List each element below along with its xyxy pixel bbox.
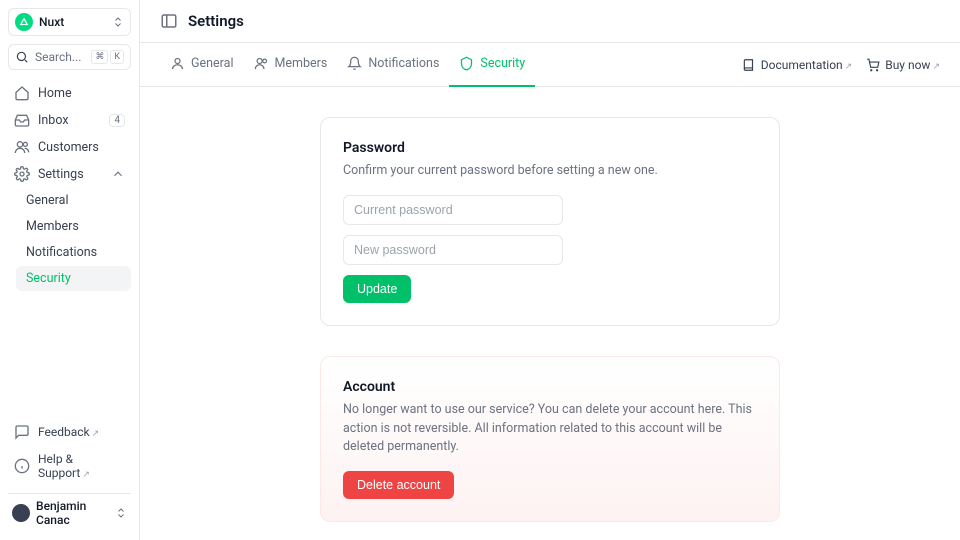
chevron-up-icon	[111, 167, 125, 181]
tab-general[interactable]: General	[160, 43, 244, 87]
user-switcher[interactable]: Benjamin Canac	[8, 493, 131, 532]
primary-nav: Home Inbox 4 Customers Settings General …	[8, 80, 131, 291]
current-password-input[interactable]	[343, 195, 563, 225]
gear-icon	[14, 166, 30, 182]
delete-account-button[interactable]: Delete account	[343, 471, 454, 499]
chevron-updown-icon	[112, 16, 124, 28]
settings-subnav: General Members Notifications Security	[16, 188, 131, 291]
tab-label: Notifications	[368, 56, 439, 71]
topbar: Settings	[140, 0, 960, 43]
inbox-badge: 4	[109, 114, 125, 127]
tab-label: Members	[275, 56, 328, 71]
sidebar-item-label: Customers	[38, 140, 125, 155]
tab-label: Security	[480, 56, 525, 71]
search-icon	[15, 50, 29, 64]
sidebar: Nuxt Search... ⌘K Home Inbox 4	[0, 0, 140, 540]
avatar	[12, 504, 30, 522]
org-name: Nuxt	[39, 15, 106, 29]
book-icon	[742, 58, 756, 72]
sidebar-subitem-members[interactable]: Members	[16, 214, 131, 239]
sidebar-toggle-icon[interactable]	[160, 12, 178, 30]
page-title: Settings	[188, 12, 244, 30]
external-icon: ↗	[82, 470, 90, 480]
card-description: Confirm your current password before set…	[343, 162, 757, 181]
sidebar-item-home[interactable]: Home	[8, 80, 131, 106]
update-password-button[interactable]: Update	[343, 275, 411, 303]
home-icon	[14, 85, 30, 101]
sidebar-item-label: Settings	[38, 167, 103, 182]
org-switcher[interactable]: Nuxt	[8, 8, 131, 36]
info-icon	[14, 458, 30, 474]
cart-icon	[866, 58, 880, 72]
tab-members[interactable]: Members	[244, 43, 338, 87]
card-title: Account	[343, 379, 757, 395]
card-title: Password	[343, 140, 757, 156]
buy-link[interactable]: Buy now↗	[866, 58, 940, 72]
sidebar-item-label: Home	[38, 86, 125, 101]
sidebar-subitem-security[interactable]: Security	[16, 266, 131, 291]
search-button[interactable]: Search... ⌘K	[8, 44, 131, 70]
external-icon: ↗	[932, 62, 940, 72]
tab-security[interactable]: Security	[449, 43, 535, 87]
search-shortcut: ⌘K	[91, 50, 124, 64]
users-icon	[254, 56, 269, 71]
sidebar-item-label: Inbox	[38, 113, 101, 128]
tab-notifications[interactable]: Notifications	[337, 43, 449, 87]
content: Password Confirm your current password b…	[140, 87, 960, 540]
sidebar-subitem-general[interactable]: General	[16, 188, 131, 213]
sidebar-item-inbox[interactable]: Inbox 4	[8, 107, 131, 133]
org-avatar	[15, 13, 33, 31]
password-card: Password Confirm your current password b…	[320, 117, 780, 326]
sidebar-item-settings[interactable]: Settings	[8, 161, 131, 187]
tab-label: General	[191, 56, 234, 71]
sidebar-item-customers[interactable]: Customers	[8, 134, 131, 160]
search-label: Search...	[35, 50, 85, 64]
external-icon: ↗	[845, 62, 853, 72]
bell-icon	[347, 56, 362, 71]
tabs-row: General Members Notifications Security D…	[140, 43, 960, 87]
help-link[interactable]: Help & Support↗	[8, 447, 131, 485]
chat-icon	[14, 424, 30, 440]
card-description: No longer want to use our service? You c…	[343, 401, 757, 457]
feedback-link[interactable]: Feedback↗	[8, 419, 131, 445]
main: Settings General Members Notifications S…	[140, 0, 960, 540]
new-password-input[interactable]	[343, 235, 563, 265]
user-name: Benjamin Canac	[36, 499, 109, 527]
user-icon	[170, 56, 185, 71]
chevron-updown-icon	[115, 507, 127, 519]
external-icon: ↗	[92, 429, 100, 439]
shield-icon	[459, 56, 474, 71]
sidebar-footer: Feedback↗ Help & Support↗ Benjamin Canac	[8, 419, 131, 532]
inbox-icon	[14, 112, 30, 128]
sidebar-subitem-notifications[interactable]: Notifications	[16, 240, 131, 265]
documentation-link[interactable]: Documentation↗	[742, 58, 852, 72]
users-icon	[14, 139, 30, 155]
account-card: Account No longer want to use our servic…	[320, 356, 780, 522]
